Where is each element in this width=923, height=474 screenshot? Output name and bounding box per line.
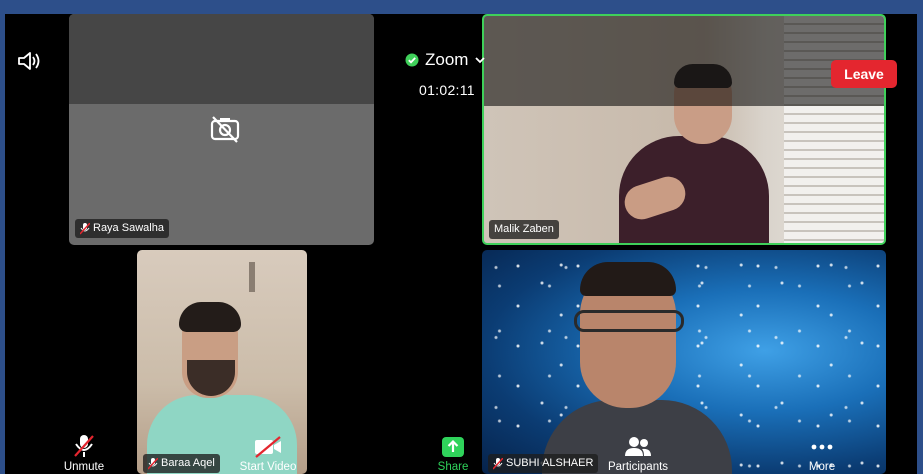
share-icon	[442, 437, 464, 457]
leave-button[interactable]: Leave	[831, 60, 897, 88]
video-muted-icon	[255, 436, 281, 458]
participant-name: SUBHI ALSHAER	[506, 457, 594, 469]
share-label: Share	[437, 461, 469, 473]
participants-button[interactable]: Participants	[598, 430, 678, 474]
more-icon	[811, 444, 833, 450]
shield-check-icon	[405, 53, 419, 67]
meeting-title[interactable]: Zoom	[405, 50, 486, 70]
start-video-label: Start Video	[239, 461, 297, 473]
participant-tile-raya[interactable]: Raya Sawalha	[69, 14, 374, 245]
chevron-down-icon	[475, 57, 486, 64]
participant-name: Raya Sawalha	[93, 222, 164, 234]
meeting-timer: 01:02:11	[419, 82, 475, 98]
more-button[interactable]: More	[802, 430, 842, 474]
unmute-label: Unmute	[63, 461, 105, 473]
app-title: Zoom	[425, 50, 469, 69]
participant-name: Baraa Aqel	[161, 457, 215, 469]
mic-muted-icon	[74, 435, 94, 457]
mic-muted-icon	[148, 457, 158, 470]
participants-icon	[625, 437, 651, 456]
participant-nametag: Raya Sawalha	[75, 219, 169, 238]
zoom-meeting-screen: Raya Sawalha Malik Zaben Baraa Aqel SUBH…	[5, 14, 917, 474]
video-off-icon	[210, 116, 240, 143]
participant-name: Malik Zaben	[494, 223, 554, 235]
mic-muted-icon	[80, 222, 90, 235]
mic-muted-icon	[493, 457, 503, 470]
participant-tile-malik[interactable]: Malik Zaben	[482, 14, 886, 245]
start-video-button[interactable]: Start Video	[233, 430, 303, 474]
unmute-button[interactable]: Unmute	[59, 430, 109, 474]
share-button[interactable]: Share	[431, 430, 475, 474]
participant-nametag: Baraa Aqel	[143, 454, 220, 473]
more-label: More	[808, 461, 836, 473]
participant-nametag: SUBHI ALSHAER	[488, 454, 599, 473]
speaker-icon[interactable]	[17, 50, 43, 72]
participant-nametag: Malik Zaben	[489, 220, 559, 239]
participants-label: Participants	[607, 461, 669, 473]
